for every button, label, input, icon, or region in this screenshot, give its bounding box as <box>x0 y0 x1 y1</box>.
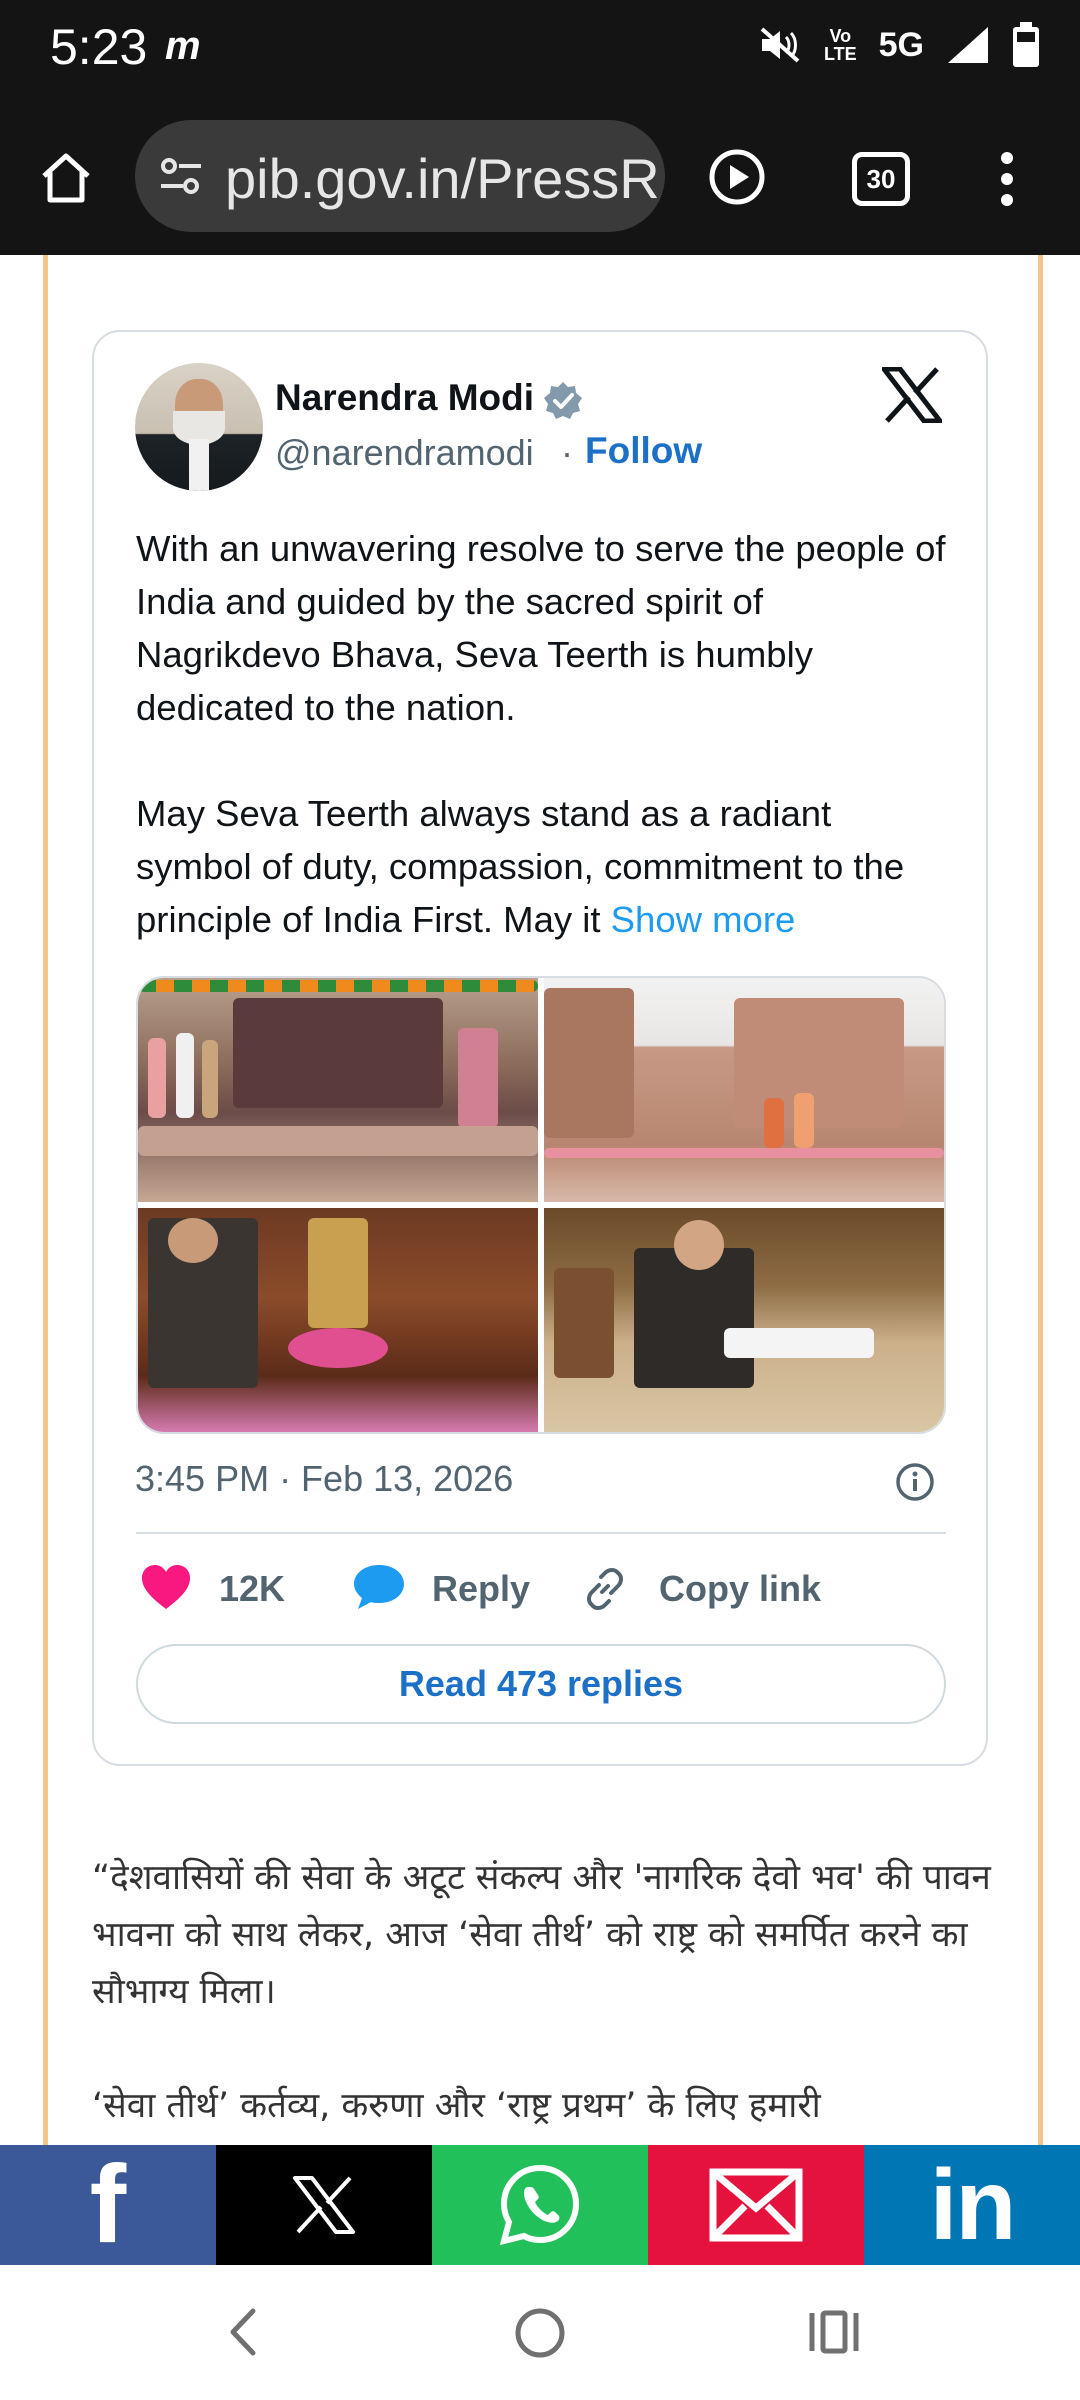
share-email-button[interactable] <box>648 2145 864 2265</box>
separator: · <box>561 432 573 473</box>
read-replies-button[interactable]: Read 473 replies <box>136 1644 946 1724</box>
link-icon[interactable] <box>580 1564 630 1614</box>
browser-toolbar: pib.gov.in/PressR 30 <box>0 110 1080 255</box>
mute-icon <box>760 27 800 63</box>
url-text[interactable]: pib.gov.in/PressR <box>225 146 660 211</box>
signal-icon <box>948 27 988 63</box>
tab-switcher-icon[interactable]: 30 <box>852 152 910 206</box>
hindi-paragraph-2: ‘सेवा तीर्थ’ कर्तव्य, करुणा और ‘राष्ट्र … <box>92 2086 821 2126</box>
share-facebook-button[interactable]: f <box>0 2145 216 2265</box>
x-icon <box>293 2176 355 2234</box>
recents-icon[interactable] <box>808 2309 860 2355</box>
heart-icon[interactable] <box>140 1563 192 1611</box>
copy-link-button[interactable]: Copy link <box>659 1568 821 1610</box>
status-time: 5:23 <box>50 19 148 75</box>
address-bar[interactable]: pib.gov.in/PressR <box>135 120 665 232</box>
back-icon[interactable] <box>225 2307 261 2357</box>
tweet-photo-3[interactable] <box>138 1208 538 1432</box>
network-type: 5G <box>878 25 924 64</box>
share-bar: f in <box>0 2145 1080 2265</box>
share-linkedin-button[interactable]: in <box>864 2145 1080 2265</box>
tweet-timestamp[interactable]: 3:45 PM · Feb 13, 2026 <box>135 1458 513 1500</box>
linkedin-icon: in <box>929 2149 1017 2261</box>
tweet-paragraph-2: May Seva Teerth always stand as a radian… <box>136 793 905 940</box>
whatsapp-icon <box>499 2164 580 2246</box>
battery-icon <box>1013 22 1039 67</box>
follow-link[interactable]: Follow <box>585 430 702 472</box>
divider <box>136 1532 946 1534</box>
avatar[interactable] <box>135 363 263 491</box>
author-name[interactable]: Narendra Modi <box>275 377 534 419</box>
share-x-button[interactable] <box>216 2145 432 2265</box>
site-settings-icon[interactable] <box>159 156 203 196</box>
status-bar: 5:23 m Vo LTE 5G <box>0 0 1080 110</box>
reply-button[interactable]: Reply <box>432 1568 530 1610</box>
home-icon[interactable] <box>38 150 94 206</box>
hindi-paragraph-1: “देशवासियों की सेवा के अटूट संकल्प और 'न… <box>92 1858 991 2012</box>
m-notification-icon: m <box>165 24 201 68</box>
tweet-media-grid <box>136 976 946 1434</box>
tweet-paragraph-1: With an unwavering resolve to serve the … <box>136 528 946 728</box>
verified-badge-icon <box>544 382 582 419</box>
x-logo-icon[interactable] <box>882 367 942 423</box>
author-handle[interactable]: @narendramodi <box>275 432 534 474</box>
more-menu-icon[interactable] <box>1000 150 1014 208</box>
show-more-link[interactable]: Show more <box>611 899 796 940</box>
hindi-quote: “देशवासियों की सेवा के अटूट संकल्प और 'न… <box>92 1850 992 2135</box>
volte-icon: Vo LTE <box>823 26 857 64</box>
play-icon[interactable] <box>708 148 766 206</box>
home-circle-icon[interactable] <box>514 2307 566 2359</box>
tweet-photo-1[interactable] <box>138 978 538 1202</box>
status-icons: Vo LTE 5G <box>758 22 1040 68</box>
like-count[interactable]: 12K <box>219 1568 285 1610</box>
reply-bubble-icon[interactable] <box>352 1563 406 1611</box>
tweet-photo-4[interactable] <box>544 1208 944 1432</box>
tweet-photo-2[interactable] <box>544 978 944 1202</box>
share-whatsapp-button[interactable] <box>432 2145 648 2265</box>
tweet-text: With an unwavering resolve to serve the … <box>136 522 956 946</box>
mail-icon <box>709 2168 803 2242</box>
facebook-icon: f <box>89 2143 127 2266</box>
system-nav-bar <box>0 2265 1080 2400</box>
info-icon[interactable] <box>895 1462 935 1502</box>
